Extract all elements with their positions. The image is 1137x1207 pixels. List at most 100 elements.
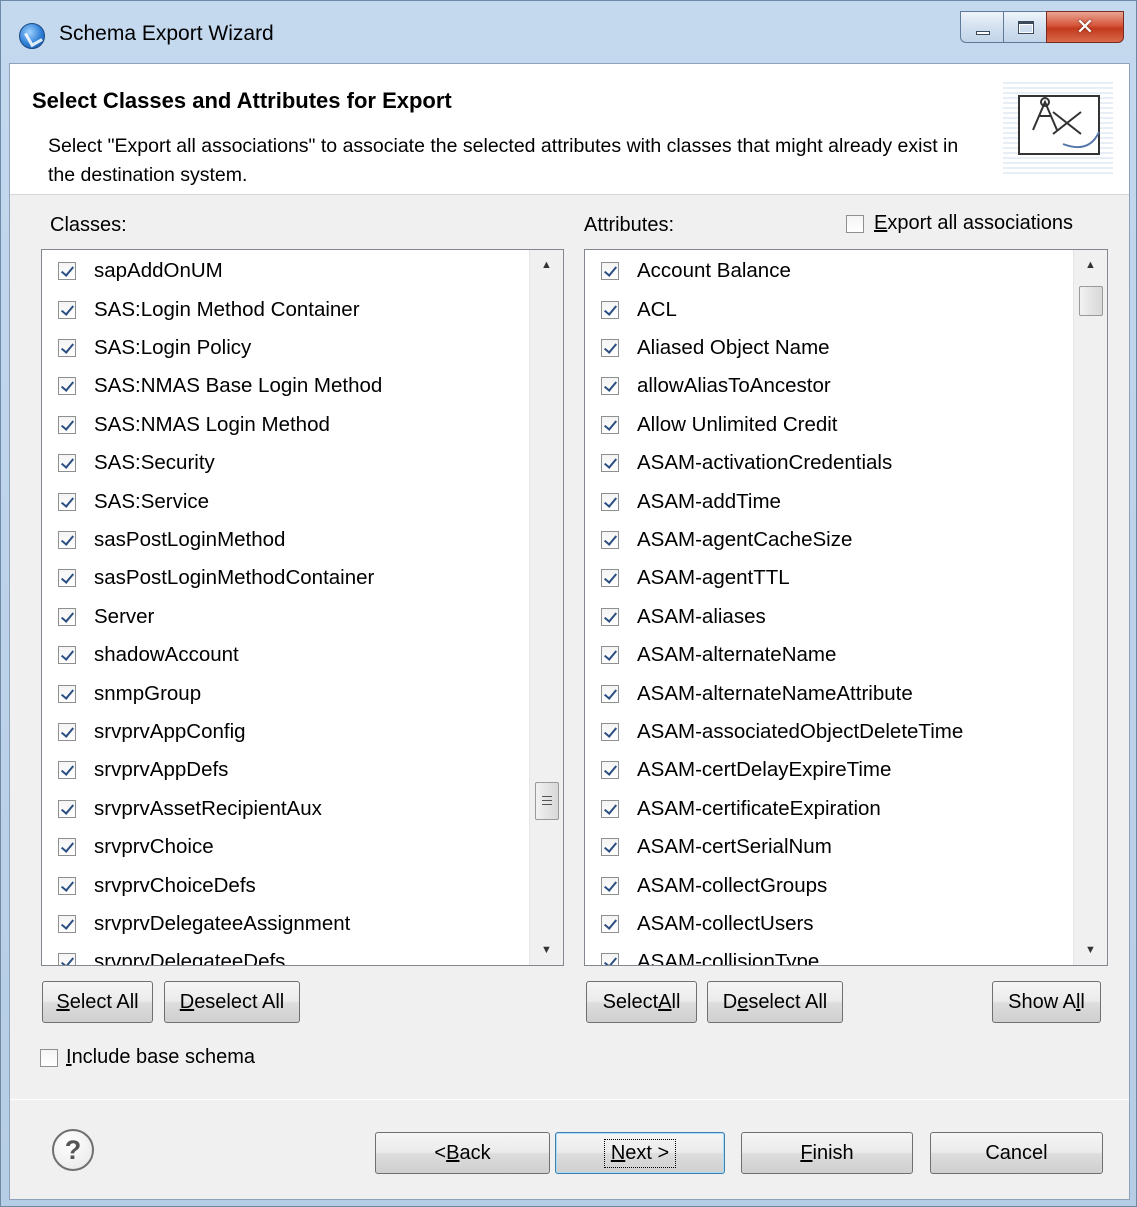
- list-item[interactable]: shadowAccount: [42, 636, 563, 674]
- list-item[interactable]: ASAM-agentTTL: [585, 559, 1107, 597]
- list-item[interactable]: Aliased Object Name: [585, 329, 1107, 367]
- list-item-checkbox[interactable]: [58, 684, 76, 703]
- attributes-list[interactable]: Account Balance ACL Aliased Object Name all…: [584, 249, 1108, 966]
- include-base-schema-box[interactable]: [40, 1048, 58, 1067]
- finish-button[interactable]: Finish: [741, 1132, 913, 1174]
- list-item-checkbox[interactable]: [58, 262, 76, 281]
- list-item-checkbox[interactable]: [601, 338, 619, 357]
- list-item-checkbox[interactable]: [601, 415, 619, 434]
- list-item-checkbox[interactable]: [58, 799, 76, 818]
- list-item-checkbox[interactable]: [58, 914, 76, 933]
- list-item-checkbox[interactable]: [601, 838, 619, 857]
- back-button[interactable]: < Back: [375, 1132, 550, 1174]
- list-item-checkbox[interactable]: [601, 876, 619, 895]
- list-item-checkbox[interactable]: [58, 454, 76, 473]
- list-item-checkbox[interactable]: [601, 569, 619, 588]
- list-item[interactable]: srvprvDelegateeDefs: [42, 943, 563, 965]
- list-item[interactable]: SAS:Service: [42, 482, 563, 520]
- list-item-checkbox[interactable]: [58, 646, 76, 665]
- list-item[interactable]: Allow Unlimited Credit: [585, 406, 1107, 444]
- classes-list[interactable]: sapAddOnUM SAS:Login Method Container SAS:…: [41, 249, 564, 966]
- list-item-checkbox[interactable]: [58, 761, 76, 780]
- list-item-checkbox[interactable]: [58, 722, 76, 741]
- list-item-checkbox[interactable]: [58, 377, 76, 396]
- next-button[interactable]: Next >: [555, 1132, 725, 1174]
- attributes-scroll-thumb[interactable]: [1079, 286, 1103, 316]
- cancel-button[interactable]: Cancel: [930, 1132, 1103, 1174]
- list-item[interactable]: ASAM-collisionType: [585, 943, 1107, 965]
- scroll-up-arrow-icon[interactable]: ▲: [1074, 250, 1107, 280]
- list-item[interactable]: sasPostLoginMethodContainer: [42, 559, 563, 597]
- list-item[interactable]: srvprvDelegateeAssignment: [42, 905, 563, 943]
- list-item[interactable]: SAS:NMAS Login Method: [42, 406, 563, 444]
- list-item[interactable]: ASAM-associatedObjectDeleteTime: [585, 713, 1107, 751]
- list-item-checkbox[interactable]: [601, 953, 619, 965]
- list-item-checkbox[interactable]: [601, 799, 619, 818]
- help-icon[interactable]: ?: [52, 1129, 94, 1171]
- maximize-button[interactable]: [1003, 11, 1047, 43]
- list-item[interactable]: SAS:Login Policy: [42, 329, 563, 367]
- classes-deselect-all-button[interactable]: Deselect All: [164, 981, 300, 1023]
- list-item[interactable]: Server: [42, 598, 563, 636]
- list-item[interactable]: ASAM-certSerialNum: [585, 828, 1107, 866]
- list-item[interactable]: SAS:Security: [42, 444, 563, 482]
- list-item-checkbox[interactable]: [601, 492, 619, 511]
- list-item[interactable]: SAS:NMAS Base Login Method: [42, 367, 563, 405]
- list-item-checkbox[interactable]: [58, 876, 76, 895]
- show-all-button[interactable]: Show All: [992, 981, 1101, 1023]
- include-base-schema-checkbox[interactable]: Include base schema: [40, 1046, 255, 1069]
- list-item[interactable]: sasPostLoginMethod: [42, 521, 563, 559]
- list-item-checkbox[interactable]: [601, 646, 619, 665]
- list-item[interactable]: ASAM-activationCredentials: [585, 444, 1107, 482]
- list-item[interactable]: ACL: [585, 290, 1107, 328]
- list-item[interactable]: Account Balance: [585, 252, 1107, 290]
- list-item-checkbox[interactable]: [601, 300, 619, 319]
- attributes-deselect-all-button[interactable]: De select All: [707, 981, 843, 1023]
- close-button[interactable]: ✕: [1046, 11, 1124, 43]
- list-item[interactable]: snmpGroup: [42, 674, 563, 712]
- classes-scroll-thumb[interactable]: [535, 782, 559, 820]
- list-item-checkbox[interactable]: [58, 300, 76, 319]
- list-item-checkbox[interactable]: [601, 607, 619, 626]
- list-item-checkbox[interactable]: [601, 914, 619, 933]
- list-item[interactable]: srvprvAssetRecipientAux: [42, 790, 563, 828]
- list-item-checkbox[interactable]: [58, 530, 76, 549]
- attributes-select-all-button[interactable]: Select All: [586, 981, 697, 1023]
- export-all-associations-box[interactable]: [846, 214, 864, 233]
- classes-select-all-button[interactable]: Select All: [42, 981, 153, 1023]
- list-item-checkbox[interactable]: [58, 569, 76, 588]
- list-item-checkbox[interactable]: [58, 838, 76, 857]
- list-item-checkbox[interactable]: [601, 761, 619, 780]
- classes-scrollbar[interactable]: ▲ ▼: [529, 250, 563, 965]
- list-item[interactable]: allowAliasToAncestor: [585, 367, 1107, 405]
- list-item[interactable]: srvprvChoiceDefs: [42, 866, 563, 904]
- list-item[interactable]: ASAM-addTime: [585, 482, 1107, 520]
- list-item[interactable]: ASAM-aliases: [585, 598, 1107, 636]
- list-item-checkbox[interactable]: [601, 530, 619, 549]
- list-item-checkbox[interactable]: [601, 262, 619, 281]
- list-item-checkbox[interactable]: [601, 377, 619, 396]
- list-item-checkbox[interactable]: [58, 415, 76, 434]
- list-item-checkbox[interactable]: [58, 338, 76, 357]
- list-item[interactable]: ASAM-collectGroups: [585, 866, 1107, 904]
- list-item[interactable]: srvprvAppDefs: [42, 751, 563, 789]
- attributes-scrollbar[interactable]: ▲ ▼: [1073, 250, 1107, 965]
- minimize-button[interactable]: [960, 11, 1004, 43]
- list-item[interactable]: ASAM-alternateNameAttribute: [585, 674, 1107, 712]
- list-item[interactable]: ASAM-certificateExpiration: [585, 790, 1107, 828]
- list-item[interactable]: ASAM-collectUsers: [585, 905, 1107, 943]
- list-item[interactable]: sapAddOnUM: [42, 252, 563, 290]
- scroll-down-arrow-icon[interactable]: ▼: [530, 935, 563, 965]
- list-item-checkbox[interactable]: [58, 607, 76, 626]
- list-item-checkbox[interactable]: [601, 684, 619, 703]
- list-item[interactable]: ASAM-alternateName: [585, 636, 1107, 674]
- list-item[interactable]: ASAM-agentCacheSize: [585, 521, 1107, 559]
- title-bar[interactable]: Schema Export Wizard ✕: [1, 1, 1136, 63]
- scroll-down-arrow-icon[interactable]: ▼: [1074, 935, 1107, 965]
- list-item-checkbox[interactable]: [601, 722, 619, 741]
- export-all-associations-checkbox[interactable]: Export all associations: [846, 212, 1073, 235]
- list-item[interactable]: ASAM-certDelayExpireTime: [585, 751, 1107, 789]
- list-item[interactable]: srvprvChoice: [42, 828, 563, 866]
- list-item-checkbox[interactable]: [58, 953, 76, 965]
- list-item-checkbox[interactable]: [601, 454, 619, 473]
